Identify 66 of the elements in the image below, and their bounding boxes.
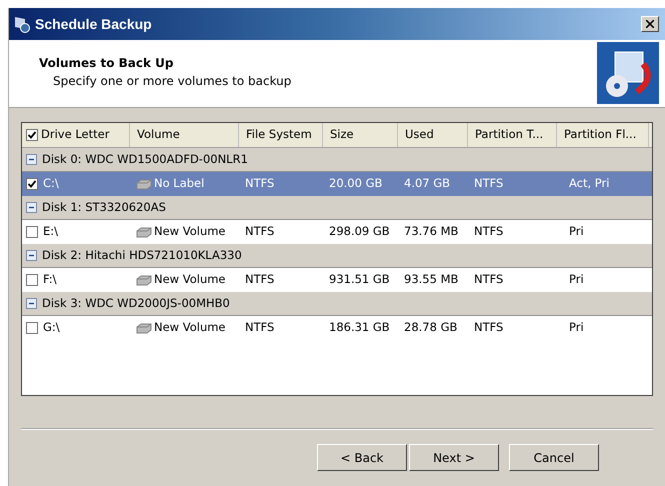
disk-group-row[interactable]: Disk 2: Hitachi HDS721010KLA330 [22,244,652,268]
page-heading: Volumes to Back Up [39,55,175,72]
close-button[interactable] [641,16,659,32]
table-cell-text: NTFS [245,271,274,288]
table-cell-text: NTFS [474,223,504,240]
disk-group-row[interactable]: Disk 0: WDC WD1500ADFD-00NLR1 [22,148,652,172]
table-cell-text: NTFS [245,319,274,336]
disk-label: Disk 2: Hitachi HDS721010KLA330 [42,246,242,264]
table-cell-text: New Volume [154,319,226,336]
table-cell-text: NTFS [474,271,504,288]
disk-label: Disk 3: WDC WD2000JS-00MHB0 [42,294,230,312]
table-cell-text: 4.07 GB [404,175,450,192]
disk-group-row[interactable]: Disk 3: WDC WD2000JS-00MHB0 [22,292,652,316]
checkbox[interactable] [26,274,38,286]
table-cell-text: New Volume [154,223,226,240]
column-header[interactable]: Partition T... [475,126,544,144]
app-icon [13,15,31,33]
collapse-icon[interactable] [26,298,37,309]
table-cell-text: NTFS [245,175,274,192]
close-icon [646,20,654,28]
table-cell-text: No Label [154,175,204,192]
wizard-button[interactable]: Next > [409,444,499,471]
collapse-icon[interactable] [26,154,37,165]
checkbox[interactable] [26,129,38,141]
table-cell-text: 186.31 GB [329,319,390,336]
disk-group-row[interactable]: Disk 1: ST3320620AS [22,196,652,220]
column-header[interactable]: Used [405,126,434,144]
table-cell-text: New Volume [154,271,226,288]
volume-row[interactable]: C:\ No Label NTFS 20.00 GB 4.07 GB NTFS Act, Pri [22,172,652,196]
table-cell-text: E:\ [43,223,58,240]
window-title: Schedule Backup [35,14,152,34]
table-cell-text: Pri [569,271,584,288]
table-cell-text: NTFS [245,223,274,240]
table-cell-text: NTFS [474,319,504,336]
table-cell-text: Act, Pri [569,175,610,192]
column-header[interactable]: File System [246,126,312,144]
table-cell-text: C:\ [43,175,59,192]
checkbox[interactable] [26,178,38,190]
table-cell-text: 20.00 GB [329,175,382,192]
drive-icon [136,274,152,286]
checkbox[interactable] [26,322,38,334]
column-header[interactable]: Drive Letter [41,126,110,144]
table-cell-text: F:\ [43,271,56,288]
column-header[interactable]: Partition Fl... [564,126,636,144]
disk-label: Disk 1: ST3320620AS [42,198,166,216]
table-cell-text: 73.76 MB [404,223,458,240]
column-header[interactable]: Volume [137,126,180,144]
drive-icon [136,178,152,190]
wizard-button[interactable]: < Back [317,444,407,471]
table-cell-text: G:\ [43,319,60,336]
table-cell-text: Pri [569,223,584,240]
table-cell-text: 931.51 GB [329,271,390,288]
drive-icon [136,322,152,334]
wizard-button[interactable]: Cancel [509,444,599,471]
collapse-icon[interactable] [26,202,37,213]
collapse-icon[interactable] [26,250,37,261]
column-header[interactable]: Size [330,126,354,144]
table-cell-text: 28.78 GB [404,319,458,336]
table-cell-text: Pri [569,319,584,336]
table-cell-text: 93.55 MB [404,271,458,288]
table-cell-text: 298.09 GB [329,223,390,240]
disk-label: Disk 0: WDC WD1500ADFD-00NLR1 [42,150,248,168]
page-subtitle: Specify one or more volumes to backup [53,73,292,90]
drive-icon [136,226,152,238]
table-cell-text: NTFS [474,175,504,192]
checkbox[interactable] [26,226,38,238]
